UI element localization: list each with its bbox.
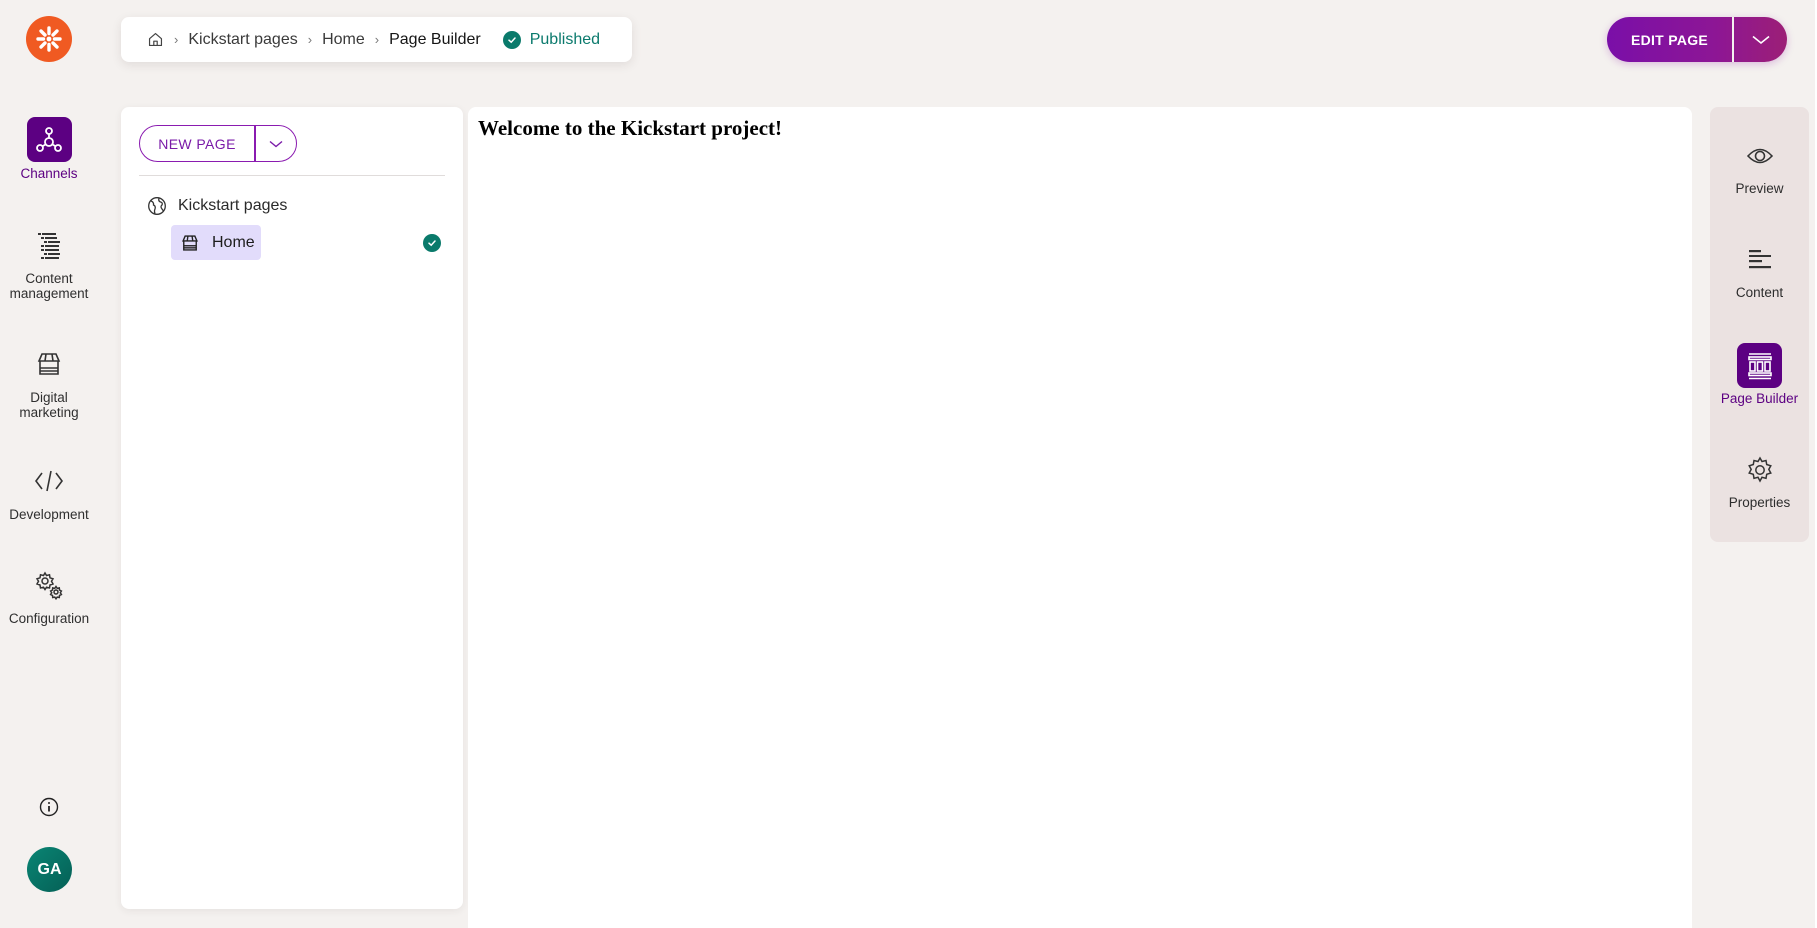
nav-item-content-management[interactable]: Content management — [0, 222, 98, 301]
status-badge: Published — [502, 30, 601, 49]
content-tree-icon — [27, 222, 72, 267]
gear-icon — [1737, 447, 1782, 492]
rail-item-content[interactable]: Content — [1710, 237, 1809, 300]
rail-item-properties[interactable]: Properties — [1710, 447, 1809, 510]
chevron-down-icon — [1751, 35, 1770, 45]
tree-item-label: Kickstart pages — [178, 197, 288, 214]
info-icon[interactable] — [38, 796, 60, 818]
new-page-button[interactable]: NEW PAGE — [140, 126, 254, 161]
page-preview-pane: Welcome to the Kickstart project! — [468, 107, 1692, 928]
text-lines-icon — [1737, 237, 1782, 282]
breadcrumb-current: Page Builder — [389, 30, 481, 48]
nav-label: Content management — [9, 271, 89, 301]
nav-label: Channels — [20, 166, 78, 181]
globe-icon — [147, 196, 167, 216]
rail-label: Properties — [1728, 495, 1791, 510]
rail-label: Content — [1735, 285, 1784, 300]
tree-item-kickstart-pages[interactable]: Kickstart pages — [147, 196, 287, 216]
nav-item-development[interactable]: Development — [0, 458, 98, 522]
check-circle-icon — [502, 30, 521, 49]
nav-label: Configuration — [8, 611, 90, 626]
chevron-down-icon — [269, 140, 283, 148]
rail-label: Preview — [1735, 181, 1784, 196]
breadcrumb-separator: › — [307, 32, 313, 47]
published-check-icon — [423, 234, 441, 252]
channels-icon — [26, 117, 72, 162]
eye-icon — [1737, 133, 1782, 178]
code-icon — [27, 458, 72, 503]
nav-item-channels[interactable]: Channels — [0, 117, 98, 181]
rail-item-page-builder[interactable]: Page Builder — [1710, 343, 1809, 406]
edit-page-menu-button[interactable] — [1734, 17, 1787, 62]
home-icon[interactable] — [147, 31, 164, 48]
tree-item-label: Home — [212, 233, 255, 251]
breadcrumb-separator: › — [174, 32, 179, 47]
right-rail: Preview Content Page Builder Properties — [1710, 107, 1809, 542]
store-icon — [27, 341, 72, 386]
rail-label: Page Builder — [1720, 391, 1799, 406]
store-icon — [181, 234, 199, 252]
layout-columns-icon — [1737, 343, 1782, 388]
edit-page-button[interactable]: EDIT PAGE — [1607, 17, 1732, 62]
nav-label: Digital marketing — [19, 390, 79, 420]
breadcrumb-separator: › — [374, 32, 380, 47]
new-page-split-button: NEW PAGE — [139, 125, 297, 162]
avatar[interactable]: GA — [27, 847, 72, 892]
rail-item-preview[interactable]: Preview — [1710, 133, 1809, 196]
status-text: Published — [529, 30, 601, 48]
tree-item-home[interactable]: Home — [171, 225, 261, 260]
nav-item-digital-marketing[interactable]: Digital marketing — [0, 341, 98, 420]
divider — [139, 175, 445, 176]
cogwheels-icon — [27, 562, 72, 607]
page-heading: Welcome to the Kickstart project! — [478, 116, 783, 140]
breadcrumb-home[interactable]: Home — [322, 31, 365, 49]
nav-item-configuration[interactable]: Configuration — [0, 562, 98, 626]
kentico-logo-icon[interactable] — [26, 16, 72, 62]
new-page-menu-button[interactable] — [256, 126, 297, 161]
breadcrumb-kickstart-pages[interactable]: Kickstart pages — [188, 31, 297, 49]
nav-label: Development — [9, 507, 89, 522]
breadcrumb: › Kickstart pages › Home › Page Builder … — [121, 17, 632, 62]
edit-page-split-button: EDIT PAGE — [1607, 17, 1787, 62]
page-tree-panel: NEW PAGE Kickstart pages Home — [121, 107, 463, 909]
